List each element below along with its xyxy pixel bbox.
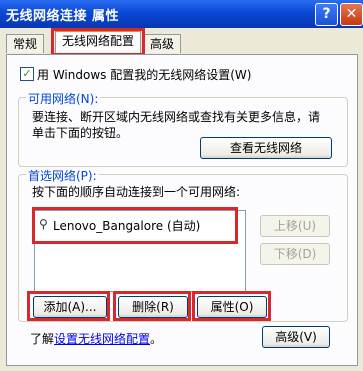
config-checkbox-label[interactable]: 用 Windows 配置我的无线网络设置(W) [37,66,251,83]
learn-prefix: 了解 [30,332,55,346]
properties-dialog: 无线网络连接 属性 ? ✕ 常规 无线网络配置 高级 ✓ 用 Windows 配… [0,0,363,371]
window-title: 无线网络连接 属性 [6,9,120,24]
learn-suffix: 。 [150,332,163,346]
learn-more-text: 了解设置无线网络配置。 [30,330,162,347]
config-checkbox[interactable]: ✓ [20,67,34,81]
highlight-tab [51,28,145,56]
close-button[interactable]: ✕ [340,3,363,26]
help-button[interactable]: ? [315,3,338,26]
preferred-desc: 按下面的顺序自动连接到一个可用网络: [32,185,241,199]
available-networks-legend: 可用网络(N): [26,90,101,107]
title-bar[interactable]: 无线网络连接 属性 ? ✕ [0,0,363,28]
move-up-button[interactable]: 上移(U) [260,215,330,237]
tab-advanced[interactable]: 高级 [143,34,182,53]
highlight-add [27,291,110,321]
highlight-network [32,207,238,244]
advanced-button[interactable]: 高级(V) [262,326,330,348]
available-desc-line1: 要连接、断开区域内无线网络或查找有关更多信息，请 [32,110,321,124]
tab-general[interactable]: 常规 [6,34,45,53]
view-wireless-networks-button[interactable]: 查看无线网络 [200,137,332,159]
preferred-networks-legend: 首选网络(P): [26,167,99,184]
highlight-properties [192,291,271,321]
move-down-button[interactable]: 下移(D) [260,243,330,265]
available-desc-line2: 单击下面的按钮。 [32,126,129,140]
highlight-remove [113,291,191,321]
learn-more-link[interactable]: 设置无线网络配置 [54,332,150,346]
